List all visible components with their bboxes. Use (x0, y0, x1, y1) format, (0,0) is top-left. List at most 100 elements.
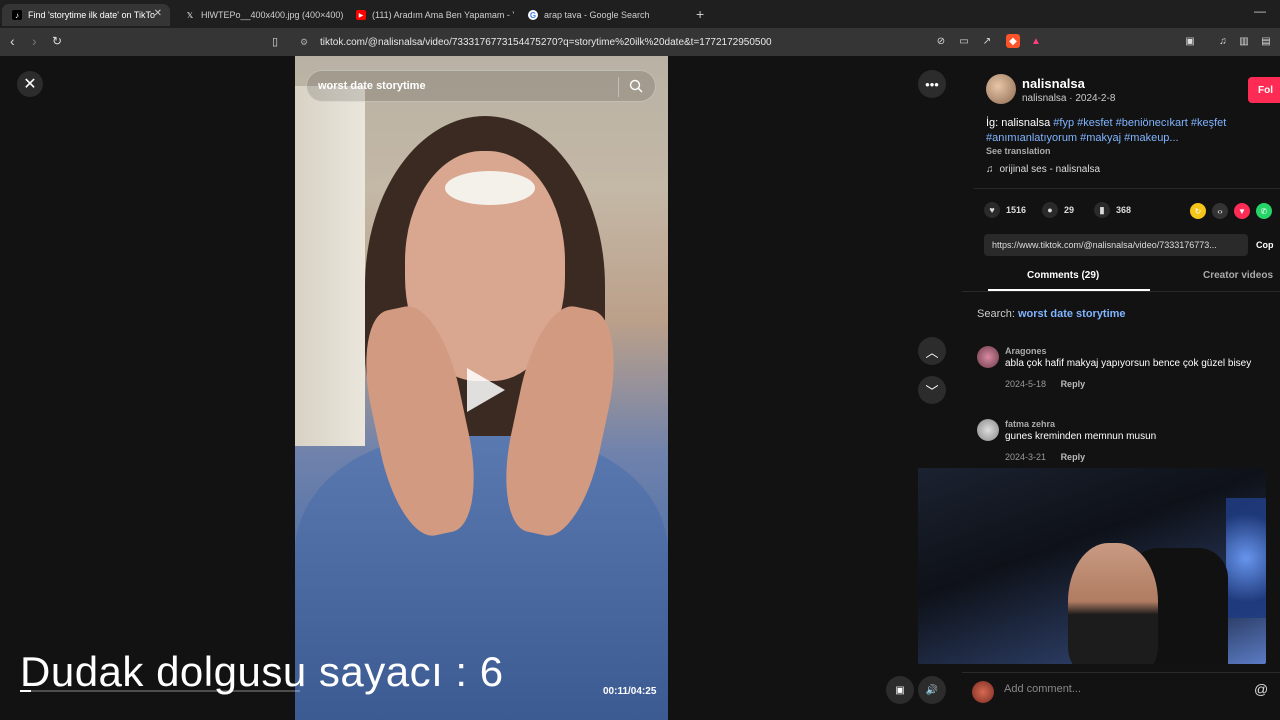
brave-shield-icon[interactable]: ◆ (1006, 34, 1020, 48)
add-comment-input[interactable]: Add comment... (1004, 683, 1081, 695)
comment-search-query[interactable]: worst date storytime (1018, 308, 1126, 320)
close-tab-icon[interactable]: ✕ (154, 8, 162, 19)
browser-toolbar: ‹ › ↻ ▯ ⚙ tiktok.com/@nalisnalsa/video/7… (0, 28, 1280, 56)
avatar[interactable] (977, 346, 999, 368)
divider (962, 291, 1280, 292)
embed-icon[interactable]: ‹› (1212, 203, 1228, 219)
like-count: 1516 (1006, 205, 1027, 215)
send-icon[interactable]: ▼ (1234, 203, 1250, 219)
site-info-icon[interactable]: ⚙ (300, 37, 308, 48)
comment-user[interactable]: fatma zehra (1005, 419, 1055, 429)
reply-button[interactable]: Reply (1061, 452, 1086, 462)
divider (974, 188, 1280, 189)
bookmark-icon: ▮ (1094, 202, 1110, 218)
author-name[interactable]: nalisnalsa (1022, 76, 1085, 91)
media-icon[interactable]: ♫ (1216, 34, 1230, 48)
tab-image[interactable]: 𝕏 HlWTEPo__400x400.jpg (400×400) (175, 4, 343, 26)
save-button[interactable]: ▮ 368 (1094, 202, 1131, 218)
comment-meta: 2024-3-21 Reply (1005, 452, 1085, 462)
streamer-webcam (918, 468, 1266, 664)
wallet-icon[interactable]: ▤ (1259, 34, 1273, 48)
comment-search-summary: Search: worst date storytime (977, 308, 1126, 320)
video-link-text: https://www.tiktok.com/@nalisnalsa/video… (992, 240, 1217, 250)
comment-text: gunes kreminden memnun musun (1005, 431, 1157, 442)
video-search-text: worst date storytime (318, 80, 426, 92)
author-meta: nalisnalsa · 2024-2-8 (1022, 93, 1116, 104)
tab-title: arap tava - Google Search (544, 10, 650, 20)
comment-search-prefix: Search: (977, 308, 1018, 320)
video-player[interactable]: worst date storytime (295, 56, 668, 720)
comment-button[interactable]: ● 29 (1042, 202, 1074, 218)
comment-date: 2024-3-21 (1005, 452, 1047, 462)
screenshot-icon[interactable]: ▣ (1183, 34, 1197, 48)
whatsapp-icon[interactable]: ✆ (1256, 203, 1272, 219)
see-translation-link[interactable]: See translation (986, 146, 1051, 156)
video-frame-wall (295, 86, 365, 446)
new-tab-button[interactable]: + (696, 6, 704, 22)
add-comment-bar: Add comment... @ (962, 672, 1280, 712)
x-icon: 𝕏 (186, 10, 194, 20)
search-icon[interactable] (629, 79, 643, 93)
post-caption: İg: nalisnalsa #fyp #kesfet #beniönecıka… (986, 116, 1261, 146)
music-icon: ♫ (986, 164, 994, 175)
video-stage: ✕ worst date storytime ••• ︿ ﹀ 00:11/04:… (0, 56, 962, 720)
comment-count: 29 (1064, 205, 1075, 215)
tab-title: Find 'storytime ilk date' on TikTo (28, 10, 155, 20)
url-text: tiktok.com/@nalisnalsa/video/73331767731… (320, 36, 772, 48)
sidebar-icon[interactable]: ▥ (1237, 34, 1251, 48)
webcam-light (1226, 498, 1266, 618)
author-avatar[interactable] (986, 74, 1016, 104)
tab-youtube[interactable]: ▶ (111) Aradım Ama Ben Yapamam - Y (346, 4, 514, 26)
close-video-button[interactable]: ✕ (17, 71, 43, 97)
save-count: 368 (1116, 205, 1132, 215)
mention-icon[interactable]: @ (1254, 681, 1268, 697)
minimize-button[interactable]: — (1254, 4, 1266, 18)
comment-text: abla çok hafif makyaj yapıyorsun bence ç… (1005, 358, 1252, 369)
repost-icon[interactable]: ↻ (1190, 203, 1206, 219)
like-button[interactable]: ♥ 1516 (984, 202, 1026, 218)
tab-tiktok-search[interactable]: ♪ Find 'storytime ilk date' on TikTo ✕ (2, 4, 170, 26)
search-divider (618, 77, 619, 97)
tab-creator-videos[interactable]: Creator videos (1203, 270, 1273, 281)
play-icon[interactable] (467, 368, 505, 412)
avatar[interactable] (972, 681, 994, 703)
follow-button[interactable]: Fol (1248, 77, 1280, 103)
comment-icon: ● (1042, 202, 1058, 218)
comment-date: 2024-5-18 (1005, 379, 1047, 389)
music-title: orijinal ses - nalisnalsa (999, 164, 1101, 175)
youtube-icon: ▶ (356, 10, 366, 20)
stream-overlay-caption: Dudak dolgusu sayacı : 6 (20, 648, 504, 695)
tiktok-icon: ♪ (12, 10, 22, 20)
video-time: 00:11/04:25 (603, 686, 657, 697)
tab-title: HlWTEPo__400x400.jpg (400×400) (201, 10, 343, 20)
bookmark-icon[interactable]: ▯ (272, 35, 278, 48)
rewards-icon[interactable]: ▲ (1029, 34, 1043, 48)
reply-button[interactable]: Reply (1061, 379, 1086, 389)
translate-icon[interactable]: ⊘ (934, 34, 948, 48)
share-icon[interactable]: ↗ (980, 34, 994, 48)
back-icon[interactable]: ‹ (10, 33, 15, 49)
next-video-button[interactable]: ﹀ (918, 376, 946, 404)
tab-comments[interactable]: Comments (29) (1027, 270, 1099, 281)
tab-google[interactable]: G arap tava - Google Search (518, 4, 686, 26)
forward-icon[interactable]: › (32, 33, 37, 49)
volume-button[interactable]: 🔊 (918, 676, 946, 704)
copy-link-button[interactable]: Cop (1256, 234, 1274, 256)
previous-video-button[interactable]: ︿ (918, 337, 946, 365)
comment-user[interactable]: Aragones (1005, 346, 1047, 356)
cast-icon[interactable]: ▭ (957, 34, 971, 48)
webcam-streamer (1068, 543, 1158, 664)
avatar[interactable] (977, 419, 999, 441)
mini-player-button[interactable]: ▣ (886, 676, 914, 704)
video-frame-cream (445, 171, 535, 205)
tab-title: (111) Aradım Ama Ben Yapamam - Y (372, 10, 514, 20)
reload-icon[interactable]: ↻ (52, 34, 62, 48)
more-options-button[interactable]: ••• (918, 70, 946, 98)
comment-meta: 2024-5-18 Reply (1005, 379, 1085, 389)
heart-icon: ♥ (984, 202, 1000, 218)
video-search-bar[interactable]: worst date storytime (306, 70, 656, 102)
caption-text: İg: nalisnalsa (986, 117, 1054, 129)
video-link-field[interactable]: https://www.tiktok.com/@nalisnalsa/video… (984, 234, 1248, 256)
music-link[interactable]: ♫ orijinal ses - nalisnalsa (986, 164, 1100, 175)
browser-tab-strip: ♪ Find 'storytime ilk date' on TikTo ✕ 𝕏… (0, 0, 1280, 28)
